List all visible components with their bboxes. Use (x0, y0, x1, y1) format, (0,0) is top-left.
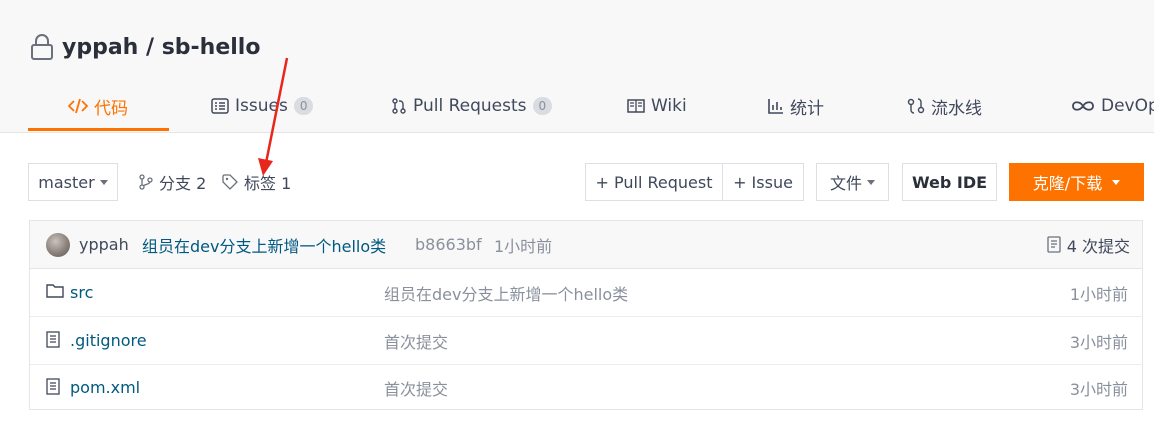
clone-download-label: 克隆/下载 (1032, 174, 1103, 193)
tab-label: Wiki (651, 96, 687, 116)
tab-label: 流水线 (931, 98, 982, 119)
file-name[interactable]: .gitignore (70, 331, 147, 350)
tab-code[interactable]: 代码 (68, 82, 128, 130)
clone-download-button[interactable]: 克隆/下载 (1009, 163, 1144, 201)
caret-down-icon (99, 179, 108, 185)
infinity-icon (1071, 100, 1095, 112)
file-icon (46, 331, 60, 352)
file-menu-button[interactable]: 文件 (816, 163, 889, 201)
commit-hash[interactable]: b8663bf (415, 235, 482, 254)
tag-icon (222, 174, 238, 190)
table-row[interactable]: pom.xml 首次提交 3小时前 (30, 364, 1142, 411)
commit-author[interactable]: yppah (79, 235, 129, 254)
new-issue-button[interactable]: + Issue (722, 163, 804, 201)
file-commit-message[interactable]: 首次提交 (384, 329, 448, 353)
caret-down-icon (1112, 179, 1121, 185)
issues-icon (211, 98, 229, 114)
tab-label: 统计 (790, 98, 824, 119)
file-commit-time: 3小时前 (1069, 379, 1128, 399)
tab-pull-requests[interactable]: Pull Requests 0 (391, 82, 553, 130)
commits-doc-icon (1047, 236, 1061, 253)
branch-select-label: master (38, 172, 95, 192)
tab-label: 代码 (94, 98, 128, 119)
repo-title: yppah / sb-hello (30, 30, 260, 64)
new-pull-request-label: + Pull Request (595, 172, 713, 192)
table-row[interactable]: .gitignore 首次提交 3小时前 (30, 317, 1142, 365)
code-icon (68, 98, 88, 114)
web-ide-button[interactable]: Web IDE (902, 163, 997, 201)
tab-stats[interactable]: 统计 (768, 82, 824, 130)
tab-pipeline[interactable]: 流水线 (907, 82, 982, 130)
tags-link[interactable]: 标签 1 (222, 163, 291, 201)
file-icon (46, 378, 60, 399)
latest-commit-bar: yppah 组员在dev分支上新增一个hello类 b8663bf 1小时前 4… (30, 221, 1142, 269)
pull-request-icon (391, 98, 407, 114)
file-menu-label: 文件 (829, 174, 862, 193)
commit-count-link[interactable]: 4 次提交 (1047, 233, 1130, 257)
file-commit-message[interactable]: 组员在dev分支上新增一个hello类 (384, 281, 628, 305)
folder-icon (46, 283, 64, 302)
file-commit-message[interactable]: 首次提交 (384, 376, 448, 400)
tab-label: Issues (235, 96, 288, 116)
lock-icon (31, 34, 53, 60)
avatar[interactable] (46, 233, 70, 257)
commit-time: 1小时前 (494, 236, 553, 256)
pipeline-icon (907, 98, 925, 114)
active-tab-indicator (28, 128, 169, 131)
stats-icon (768, 98, 784, 114)
branches-link[interactable]: 分支 2 (138, 163, 206, 201)
tab-wiki[interactable]: Wiki (627, 82, 687, 130)
branch-select[interactable]: master (28, 163, 118, 201)
web-ide-label: Web IDE (911, 172, 988, 192)
repo-toolbar: master 分支 2 标签 1 + Pull Request + Issue … (0, 163, 1154, 203)
commit-message[interactable]: 组员在dev分支上新增一个hello类 (142, 233, 386, 257)
wiki-book-icon (627, 99, 645, 113)
branches-label: 分支 2 (159, 174, 207, 193)
pr-count-badge: 0 (532, 97, 553, 115)
issues-count-badge: 0 (293, 97, 314, 115)
file-name[interactable]: src (70, 283, 93, 302)
repo-name[interactable]: yppah / sb-hello (62, 35, 260, 60)
tags-label: 标签 1 (244, 174, 292, 193)
file-list: yppah 组员在dev分支上新增一个hello类 b8663bf 1小时前 4… (29, 220, 1143, 410)
file-commit-time: 1小时前 (1069, 284, 1128, 304)
commit-count-label: 4 次提交 (1066, 236, 1130, 256)
new-issue-label: + Issue (733, 172, 793, 192)
tab-issues[interactable]: Issues 0 (211, 82, 314, 130)
table-row[interactable]: src 组员在dev分支上新增一个hello类 1小时前 (30, 269, 1142, 317)
file-name[interactable]: pom.xml (70, 378, 140, 397)
repo-tabs: 代码 Issues 0 Pull Requests 0 Wiki 统计 流水线 (0, 82, 1154, 132)
file-commit-time: 3小时前 (1069, 332, 1128, 352)
branch-icon (139, 174, 153, 190)
caret-down-icon (867, 179, 875, 185)
tab-label: Pull Requests (413, 96, 527, 116)
tab-label: DevOps (1101, 96, 1154, 116)
tab-devops[interactable]: DevOps (1071, 82, 1154, 130)
new-pull-request-button[interactable]: + Pull Request (585, 163, 723, 201)
